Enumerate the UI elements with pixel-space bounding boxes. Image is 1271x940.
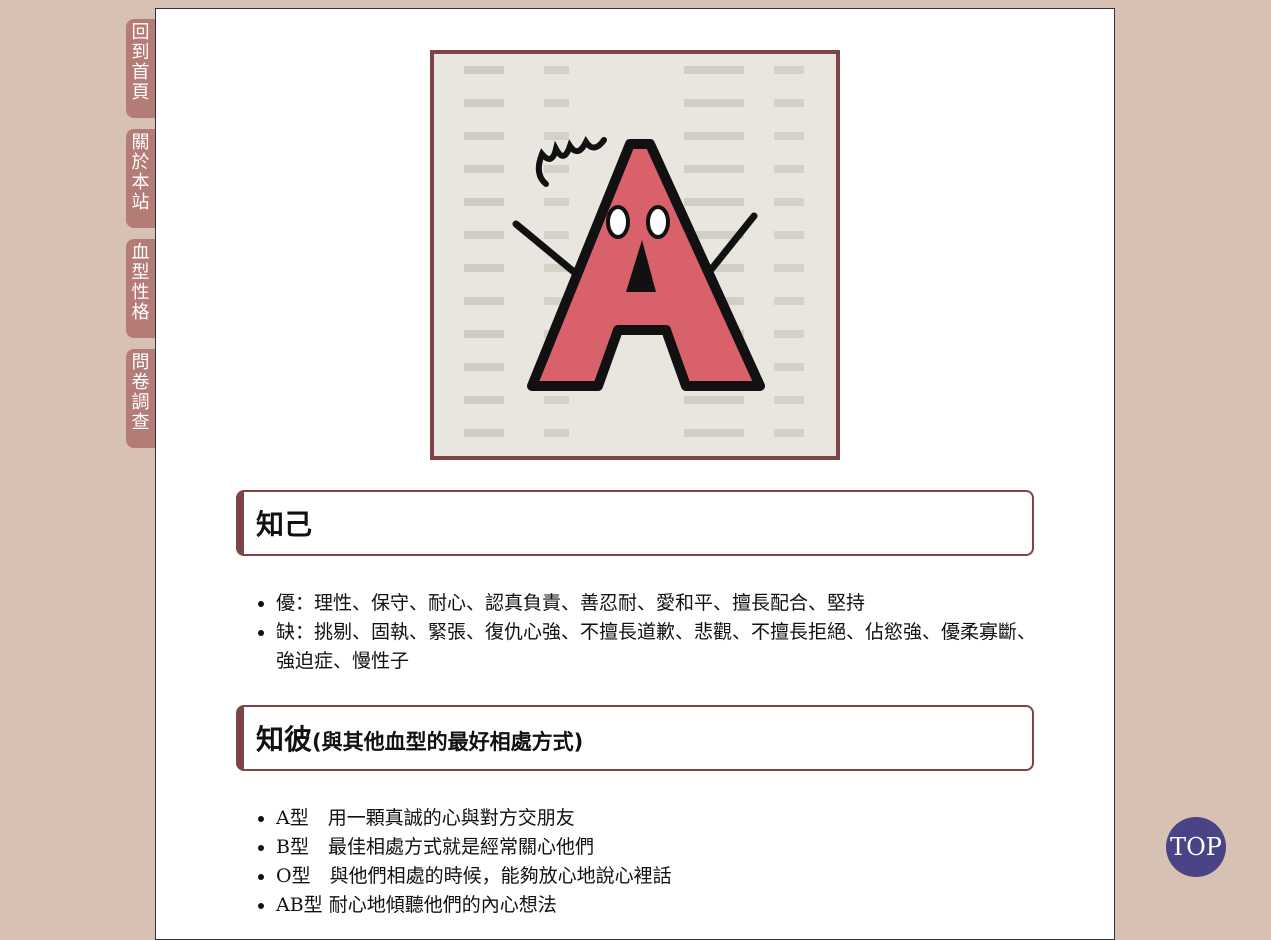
blood-type-a-illustration bbox=[430, 50, 840, 460]
section-heading: 知彼 bbox=[256, 723, 313, 756]
traits-list: 優：理性、保守、耐心、認真負責、善忍耐、愛和平、擅長配合、堅持 缺：挑剔、固執、… bbox=[254, 589, 1046, 676]
relationship-list: A型 用一顆真誠的心與對方交朋友 B型 最佳相處方式就是經常關心他們 O型 與他… bbox=[254, 804, 1046, 920]
side-tab-label: 問卷調查 bbox=[131, 352, 150, 433]
list-item: O型 與他們相處的時候，能夠放心地說心裡話 bbox=[276, 862, 1046, 891]
list-item: 優：理性、保守、耐心、認真負責、善忍耐、愛和平、擅長配合、堅持 bbox=[276, 589, 1046, 618]
list-item: AB型 耐心地傾聽他們的內心想法 bbox=[276, 891, 1046, 920]
side-tab-about[interactable]: 關於本站 bbox=[126, 129, 155, 228]
side-tab-survey[interactable]: 問卷調查 bbox=[126, 349, 155, 448]
side-navigation: 回到首頁 關於本站 血型性格 問卷調查 bbox=[126, 19, 155, 459]
section-heading: 知己 bbox=[256, 508, 313, 541]
side-tab-label: 關於本站 bbox=[131, 132, 150, 213]
list-item: B型 最佳相處方式就是經常關心他們 bbox=[276, 833, 1046, 862]
side-tab-label: 回到首頁 bbox=[131, 22, 150, 103]
side-tab-home[interactable]: 回到首頁 bbox=[126, 19, 155, 118]
section-title-know-yourself: 知己 bbox=[236, 490, 1034, 556]
section-subheading: (與其他血型的最好相處方式) bbox=[312, 730, 584, 754]
content-panel: 知己 優：理性、保守、耐心、認真負責、善忍耐、愛和平、擅長配合、堅持 缺：挑剔、… bbox=[155, 8, 1115, 940]
list-item: A型 用一顆真誠的心與對方交朋友 bbox=[276, 804, 1046, 833]
list-item: 缺：挑剔、固執、緊張、復仇心強、不擅長道歉、悲觀、不擅長拒絕、佔慾強、優柔寡斷、… bbox=[276, 618, 1046, 676]
back-to-top-button[interactable]: TOP bbox=[1166, 817, 1226, 877]
side-tab-label: 血型性格 bbox=[131, 242, 150, 323]
section-title-know-others: 知彼 (與其他血型的最好相處方式) bbox=[236, 705, 1034, 771]
side-tab-blood-type[interactable]: 血型性格 bbox=[126, 239, 155, 338]
